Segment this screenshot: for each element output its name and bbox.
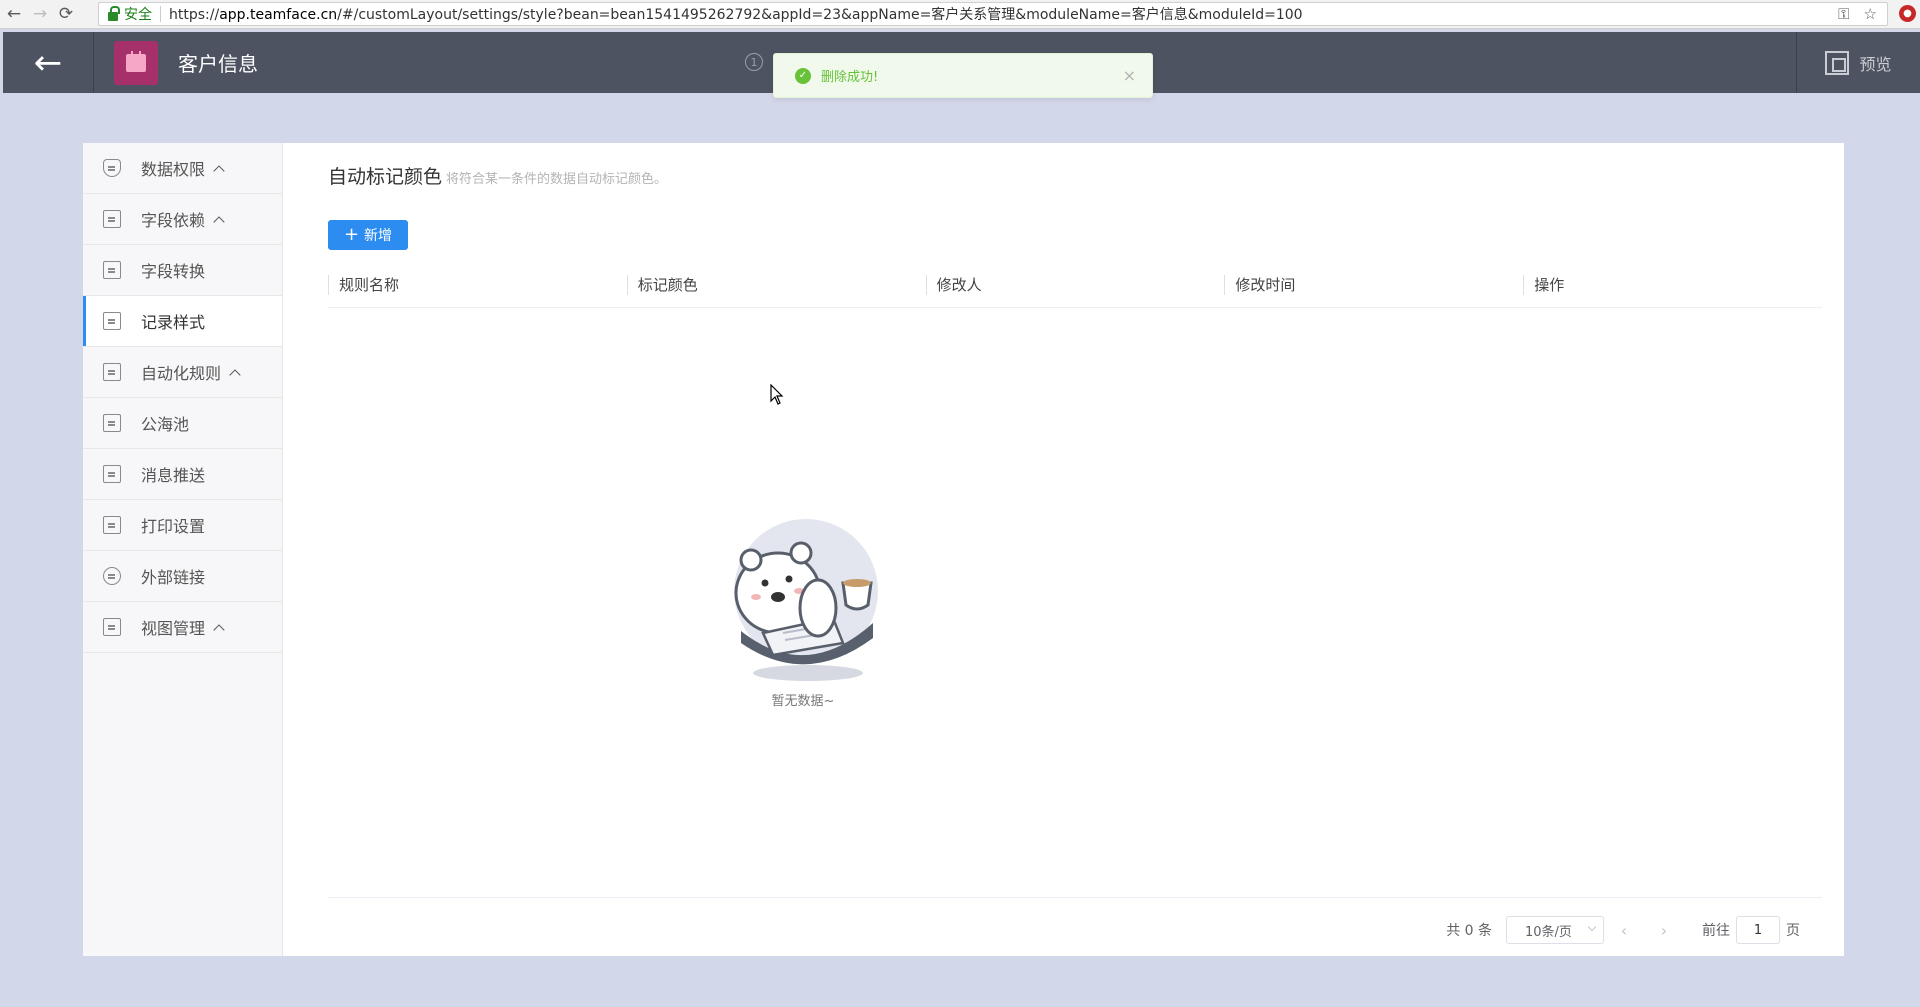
sidebar-item-automation[interactable]: 自动化规则 xyxy=(83,347,282,398)
chevron-up-icon xyxy=(229,368,241,381)
arrow-right-icon: → xyxy=(32,4,48,24)
sidebar-item-external-link[interactable]: 外部链接 xyxy=(83,551,282,602)
empty-state: 暂无数据~ xyxy=(723,513,883,709)
sidebar-item-label: 数据权限 xyxy=(141,160,206,179)
sidebar-item-label: 记录样式 xyxy=(141,313,206,332)
prev-page-button[interactable]: ‹ xyxy=(1604,921,1644,940)
browser-reload-button[interactable]: ⟳ xyxy=(54,2,78,26)
preview-button[interactable]: 预览 xyxy=(1796,32,1920,93)
empty-state-text: 暂无数据~ xyxy=(771,694,835,709)
sidebar-item-print-settings[interactable]: 打印设置 xyxy=(83,500,282,551)
settings-card: 数据权限 字段依赖 字段转换 记录样式 自动化规则 公海池 消息推送 打印设置 … xyxy=(83,143,1844,956)
reload-icon: ⟳ xyxy=(58,4,74,24)
address-divider xyxy=(160,6,161,22)
column-header-rule-name[interactable]: 规则名称 xyxy=(328,275,627,295)
module-title: 客户信息 xyxy=(178,52,258,76)
sidebar-item-label: 公海池 xyxy=(141,415,190,434)
browser-forward-button[interactable]: → xyxy=(28,2,52,26)
module-icon xyxy=(114,40,158,85)
printer-icon xyxy=(103,516,121,534)
calendar-icon xyxy=(126,50,146,72)
sidebar-item-label: 外部链接 xyxy=(141,568,206,587)
back-button[interactable]: ← xyxy=(3,32,94,93)
total-count: 共 0 条 xyxy=(1446,923,1492,939)
sidebar-item-field-dependency[interactable]: 字段依赖 xyxy=(83,194,282,245)
address-bar[interactable]: 安全 https://app.teamface.cn/#/customLayou… xyxy=(98,2,1888,26)
pagination: 共 0 条 10条/页 ‹ › 前往 1 页 xyxy=(1446,916,1800,944)
lock-icon xyxy=(108,5,120,21)
page-number-input[interactable]: 1 xyxy=(1736,916,1780,944)
sidebar-item-record-style[interactable]: 记录样式 xyxy=(83,296,282,347)
page-size-select[interactable]: 10条/页 xyxy=(1506,916,1604,944)
page-suffix: 页 xyxy=(1786,923,1800,939)
polar-bear-icon xyxy=(734,519,878,681)
preview-icon xyxy=(1825,50,1850,75)
page-title: 自动标记颜色 将符合某一条件的数据自动标记颜色。 xyxy=(328,162,667,189)
chevron-up-icon xyxy=(213,215,225,228)
info-icon[interactable]: 1 xyxy=(745,53,763,71)
url-text: https://app.teamface.cn/#/customLayout/s… xyxy=(169,4,1303,24)
address-bar-actions: ⚿ ☆ xyxy=(1838,5,1877,23)
sidebar-item-data-permission[interactable]: 数据权限 xyxy=(83,143,282,194)
add-button[interactable]: + 新增 xyxy=(328,220,408,250)
field-dependency-icon xyxy=(103,210,121,228)
url-scheme: https:// xyxy=(169,7,220,23)
column-header-actions[interactable]: 操作 xyxy=(1523,275,1822,295)
sidebar-item-label: 字段转换 xyxy=(141,262,206,281)
sidebar-item-field-convert[interactable]: 字段转换 xyxy=(83,245,282,296)
section-title-text: 自动标记颜色 xyxy=(328,166,443,188)
section-description: 将符合某一条件的数据自动标记颜色。 xyxy=(446,172,668,187)
extension-icon[interactable]: ● xyxy=(1899,5,1916,22)
record-style-icon xyxy=(103,312,121,330)
link-icon xyxy=(103,567,121,585)
arrow-left-icon: ← xyxy=(33,42,63,83)
mouse-cursor-icon xyxy=(770,383,784,410)
arrow-left-icon: ← xyxy=(6,4,22,24)
chevron-down-icon xyxy=(1587,922,1597,932)
star-icon[interactable]: ☆ xyxy=(1864,5,1877,23)
browser-toolbar: ← → ⟳ 安全 https://app.teamface.cn/#/custo… xyxy=(0,0,1920,29)
browser-back-button[interactable]: ← xyxy=(2,2,26,26)
sidebar-item-label: 视图管理 xyxy=(141,619,206,638)
column-header-modifier[interactable]: 修改人 xyxy=(925,275,1225,295)
sidebar-item-pool[interactable]: 公海池 xyxy=(83,398,282,449)
column-header-modified-time[interactable]: 修改时间 xyxy=(1224,275,1523,295)
shield-icon xyxy=(103,159,121,177)
next-page-button[interactable]: › xyxy=(1644,921,1684,940)
toast-message: 删除成功! xyxy=(821,70,879,85)
sidebar-item-label: 消息推送 xyxy=(141,466,206,485)
sidebar-item-view-manage[interactable]: 视图管理 xyxy=(83,602,282,653)
key-icon[interactable]: ⚿ xyxy=(1838,5,1849,23)
success-toast: ✓ 删除成功! × xyxy=(773,53,1153,98)
check-circle-icon: ✓ xyxy=(795,67,811,84)
column-header-mark-color[interactable]: 标记颜色 xyxy=(626,275,926,295)
sidebar-item-label: 字段依赖 xyxy=(141,211,206,230)
table-header: 规则名称 标记颜色 修改人 修改时间 操作 xyxy=(328,268,1822,308)
sidebar-item-label: 自动化规则 xyxy=(141,364,222,383)
chevron-up-icon xyxy=(213,623,225,636)
close-icon[interactable]: × xyxy=(1123,66,1136,85)
chevron-up-icon xyxy=(213,164,225,177)
view-manage-icon xyxy=(103,618,121,636)
page-size-value: 10条/页 xyxy=(1525,924,1572,940)
goto-label: 前往 xyxy=(1702,923,1730,939)
sidebar-item-message-push[interactable]: 消息推送 xyxy=(83,449,282,500)
plus-icon: + xyxy=(343,224,360,245)
url-host: app.teamface.cn xyxy=(219,7,338,23)
preview-label: 预览 xyxy=(1859,54,1892,74)
empty-bear-illustration xyxy=(723,513,883,688)
message-push-icon xyxy=(103,465,121,483)
sidebar-item-label: 打印设置 xyxy=(141,517,206,536)
url-path: /#/customLayout/settings/style?bean=bean… xyxy=(337,7,1303,23)
add-button-label: 新增 xyxy=(364,228,393,244)
field-convert-icon xyxy=(103,261,121,279)
automation-icon xyxy=(103,363,121,381)
secure-label: 安全 xyxy=(124,7,152,23)
table-footer-divider xyxy=(328,897,1822,898)
settings-sidebar: 数据权限 字段依赖 字段转换 记录样式 自动化规则 公海池 消息推送 打印设置 … xyxy=(83,143,283,956)
pool-icon xyxy=(103,414,121,432)
